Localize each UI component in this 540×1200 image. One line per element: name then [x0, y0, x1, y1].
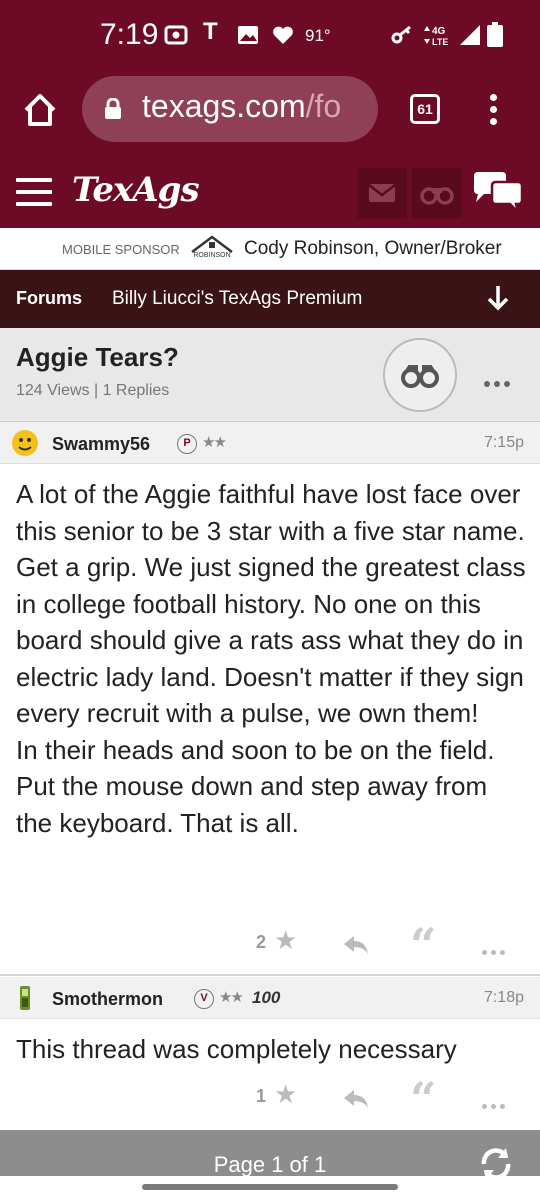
- post-time: 7:18p: [483, 989, 524, 1006]
- quote-icon[interactable]: “: [410, 918, 436, 972]
- vip-badge: V: [194, 989, 214, 1009]
- post-time: 7:15p: [483, 434, 524, 451]
- address-bar[interactable]: texags.com/fo: [82, 76, 378, 142]
- board-title[interactable]: Billy Liucci's TexAgs Premium: [112, 288, 362, 310]
- svg-text:4G: 4G: [432, 26, 446, 37]
- thread-title: Aggie Tears?: [16, 342, 179, 372]
- thread-meta: 124 Views | 1 Replies: [16, 382, 170, 399]
- post-actions: 1 ★ “: [0, 1072, 540, 1126]
- messages-button[interactable]: [357, 168, 407, 218]
- url-domain: texags.com: [142, 88, 306, 124]
- url-text: texags.com/fo: [142, 88, 341, 125]
- chat-bubbles-icon[interactable]: [472, 172, 524, 212]
- thread-header: Aggie Tears? 124 Views | 1 Replies: [0, 328, 540, 422]
- forums-bar: Forums Billy Liucci's TexAgs Premium: [0, 270, 540, 328]
- lock-icon: [105, 98, 121, 119]
- hundred-tag: 100: [252, 988, 281, 1007]
- rank-stars: ★★: [219, 988, 244, 1006]
- gesture-nav-handle[interactable]: [142, 1184, 398, 1190]
- site-logo[interactable]: TexAgs: [72, 170, 200, 210]
- post-body: A lot of the Aggie faithful have lost fa…: [16, 479, 526, 838]
- star-count: 1: [256, 1086, 267, 1106]
- post-more-icon[interactable]: [482, 1094, 509, 1113]
- avatar[interactable]: [10, 428, 40, 458]
- house-logo-icon: [191, 235, 233, 253]
- status-time: 7:19: [100, 18, 159, 51]
- site-header: TexAgs: [0, 156, 540, 228]
- key-icon: [391, 25, 411, 44]
- post-more-icon[interactable]: [482, 940, 509, 959]
- post-header: Smothermon V ★★ 100 7:18p: [0, 977, 540, 1019]
- sponsor-label: MOBILE SPONSOR: [62, 242, 180, 257]
- browser-menu-icon[interactable]: [484, 92, 502, 128]
- heart-icon: [273, 26, 293, 44]
- quote-icon[interactable]: “: [410, 1072, 436, 1126]
- reply-icon[interactable]: [342, 934, 370, 956]
- arrow-down-icon[interactable]: [486, 284, 510, 312]
- star-count: 2: [256, 932, 267, 952]
- rank-stars: ★★: [202, 433, 227, 451]
- hamburger-menu-icon[interactable]: [16, 178, 52, 206]
- star-icon[interactable]: ★: [274, 1080, 297, 1110]
- premium-badge: P: [177, 434, 197, 454]
- username[interactable]: Swammy56: [52, 434, 150, 455]
- signal-icon: [460, 25, 480, 45]
- binoculars-icon: [401, 365, 439, 388]
- t-app-icon: T: [203, 18, 218, 45]
- post-divider: [0, 974, 540, 976]
- mail-icon: [368, 184, 396, 202]
- screen-record-icon: [164, 25, 188, 45]
- sponsor-name: Cody Robinson, Owner/Broker: [244, 238, 502, 259]
- battery-icon: [487, 22, 503, 47]
- forums-link[interactable]: Forums: [16, 288, 82, 309]
- reply-icon[interactable]: [342, 1088, 370, 1110]
- thread-more-icon[interactable]: [484, 372, 516, 387]
- avatar[interactable]: [10, 983, 40, 1013]
- status-bar: 7:19 T 91° 4G LTE: [0, 0, 540, 70]
- url-path: /fo: [305, 88, 342, 124]
- browser-toolbar: texags.com/fo 61: [0, 70, 540, 156]
- temperature: 91°: [305, 26, 331, 45]
- post-header: Swammy56 P ★★ 7:15p: [0, 422, 540, 464]
- home-icon[interactable]: [20, 90, 60, 130]
- page-indicator[interactable]: Page 1 of 1: [0, 1152, 540, 1178]
- network-lte-icon: 4GLTE: [424, 26, 448, 47]
- mobile-sponsor-banner[interactable]: MOBILE SPONSOR ROBINSON Cody Robinson, O…: [0, 228, 540, 270]
- post-body: This thread was completely necessary: [16, 1034, 457, 1064]
- sponsor-logo: ROBINSON: [188, 234, 236, 266]
- post-actions: 2 ★ “: [0, 918, 540, 972]
- star-icon[interactable]: ★: [274, 926, 297, 956]
- username[interactable]: Smothermon: [52, 989, 163, 1010]
- binoculars-icon: [420, 187, 454, 205]
- sponsor-logo-text: ROBINSON: [193, 252, 231, 259]
- image-icon: [238, 26, 258, 44]
- tab-switcher-button[interactable]: 61: [410, 94, 440, 124]
- watch-button[interactable]: [412, 168, 462, 218]
- watch-thread-button[interactable]: [383, 338, 457, 412]
- svg-text:LTE: LTE: [432, 37, 448, 47]
